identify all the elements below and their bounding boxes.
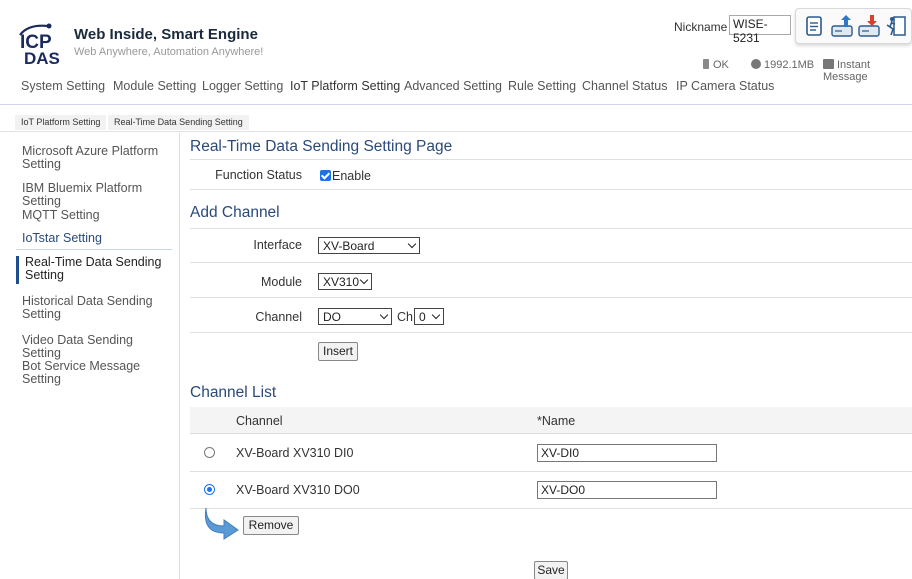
module-label: Module [261, 275, 302, 289]
channel-label: Channel [255, 310, 302, 324]
insert-button[interactable]: Insert [318, 342, 358, 361]
save-button[interactable]: Save [534, 561, 568, 579]
nickname-label: Nickname [674, 20, 728, 34]
upload-icon[interactable] [830, 14, 854, 38]
sidebar: Microsoft Azure Platform Setting IBM Blu… [0, 133, 180, 579]
interface-select-value: XV-Board [323, 239, 375, 253]
sidebar-item-realtime[interactable]: Real-Time Data Sending Setting [16, 256, 168, 284]
status-ok-text: OK [713, 59, 729, 71]
add-channel-title: Add Channel [190, 204, 280, 221]
sidebar-item-ibm-bluemix[interactable]: IBM Bluemix Platform Setting [22, 182, 174, 208]
nav-iot-platform-setting[interactable]: IoT Platform Setting [290, 79, 400, 93]
curved-arrow-icon [204, 507, 239, 540]
toolbar [795, 8, 912, 44]
nickname-field[interactable]: WISE-5231 [729, 15, 791, 45]
row-channel: XV-Board XV310 DO0 [236, 483, 360, 497]
remove-button[interactable]: Remove [243, 516, 299, 535]
channel-select[interactable]: DO [318, 308, 392, 325]
breadcrumb-item-iot[interactable]: IoT Platform Setting [15, 115, 107, 130]
status-memory-text: 1992.1MB [764, 59, 815, 71]
ch-select-value: 0 [419, 310, 426, 324]
divider [190, 297, 912, 298]
page-title: Real-Time Data Sending Setting Page [190, 138, 453, 155]
sidebar-item-video[interactable]: Video Data Sending Setting [22, 334, 174, 360]
channel-select-value: DO [323, 310, 341, 324]
nav-advanced-setting[interactable]: Advanced Setting [404, 79, 502, 93]
document-icon[interactable] [802, 14, 826, 38]
breadcrumb-item-realtime[interactable]: Real-Time Data Sending Setting [108, 115, 249, 130]
row-name-input[interactable]: XV-DI0 [537, 444, 717, 462]
row-name-input[interactable]: XV-DO0 [537, 481, 717, 499]
nav-logger-setting[interactable]: Logger Setting [202, 79, 283, 93]
status-ok: OK [703, 59, 729, 71]
function-status-label: Function Status [215, 168, 302, 182]
top-navigation: System Setting Module Setting Logger Set… [0, 79, 912, 99]
nav-module-setting[interactable]: Module Setting [113, 79, 196, 93]
module-select-value: XV310 [323, 275, 360, 289]
sidebar-item-azure[interactable]: Microsoft Azure Platform Setting [22, 145, 174, 171]
sidebar-separator [16, 249, 172, 250]
sidebar-item-iotstar[interactable]: IoTstar Setting [22, 232, 174, 245]
divider [190, 332, 912, 333]
nav-channel-status[interactable]: Channel Status [582, 79, 667, 93]
divider [190, 159, 912, 160]
divider [190, 262, 912, 263]
chevron-down-icon [407, 239, 417, 249]
row-select-radio[interactable] [204, 447, 215, 458]
logout-icon[interactable] [884, 14, 908, 38]
download-icon[interactable] [857, 14, 881, 38]
divider [190, 189, 912, 190]
divider [190, 508, 912, 509]
divider [190, 471, 912, 472]
message-icon [823, 59, 834, 69]
divider [190, 228, 912, 229]
brand-title: Web Inside, Smart Engine [74, 26, 258, 43]
module-select[interactable]: XV310 [318, 273, 372, 290]
storage-icon [751, 59, 761, 69]
interface-select[interactable]: XV-Board [318, 237, 420, 254]
chevron-down-icon [379, 310, 389, 320]
chevron-down-icon [431, 310, 441, 320]
battery-icon [703, 59, 709, 69]
nav-divider [0, 104, 912, 105]
nav-system-setting[interactable]: System Setting [21, 79, 105, 93]
row-select-radio[interactable] [204, 484, 215, 495]
function-status-checkbox[interactable] [320, 170, 331, 181]
interface-label: Interface [253, 238, 302, 252]
function-status-value: Enable [332, 169, 371, 183]
column-header-channel: Channel [236, 414, 283, 428]
sidebar-item-bot-service[interactable]: Bot Service Message Setting [22, 360, 174, 386]
ch-select[interactable]: 0 [414, 308, 444, 325]
channel-list-title: Channel List [190, 384, 277, 401]
channel-list-header: Channel *Name [190, 407, 912, 434]
header: ICP DAS Web Inside, Smart Engine Web Any… [0, 0, 912, 83]
chevron-down-icon [359, 275, 369, 285]
status-memory: 1992.1MB [751, 59, 814, 71]
icpdas-logo: ICP DAS [18, 22, 66, 68]
sidebar-item-historical[interactable]: Historical Data Sending Setting [22, 295, 174, 321]
column-header-name: *Name [537, 414, 576, 428]
brand-subtitle: Web Anywhere, Automation Anywhere! [74, 46, 264, 58]
nav-rule-setting[interactable]: Rule Setting [508, 79, 576, 93]
sidebar-item-mqtt[interactable]: MQTT Setting [22, 209, 174, 222]
logo-das-text: DAS [24, 49, 60, 68]
row-channel: XV-Board XV310 DI0 [236, 446, 354, 460]
breadcrumb: IoT Platform Setting Real-Time Data Send… [0, 112, 912, 132]
nav-ip-camera-status[interactable]: IP Camera Status [676, 79, 774, 93]
